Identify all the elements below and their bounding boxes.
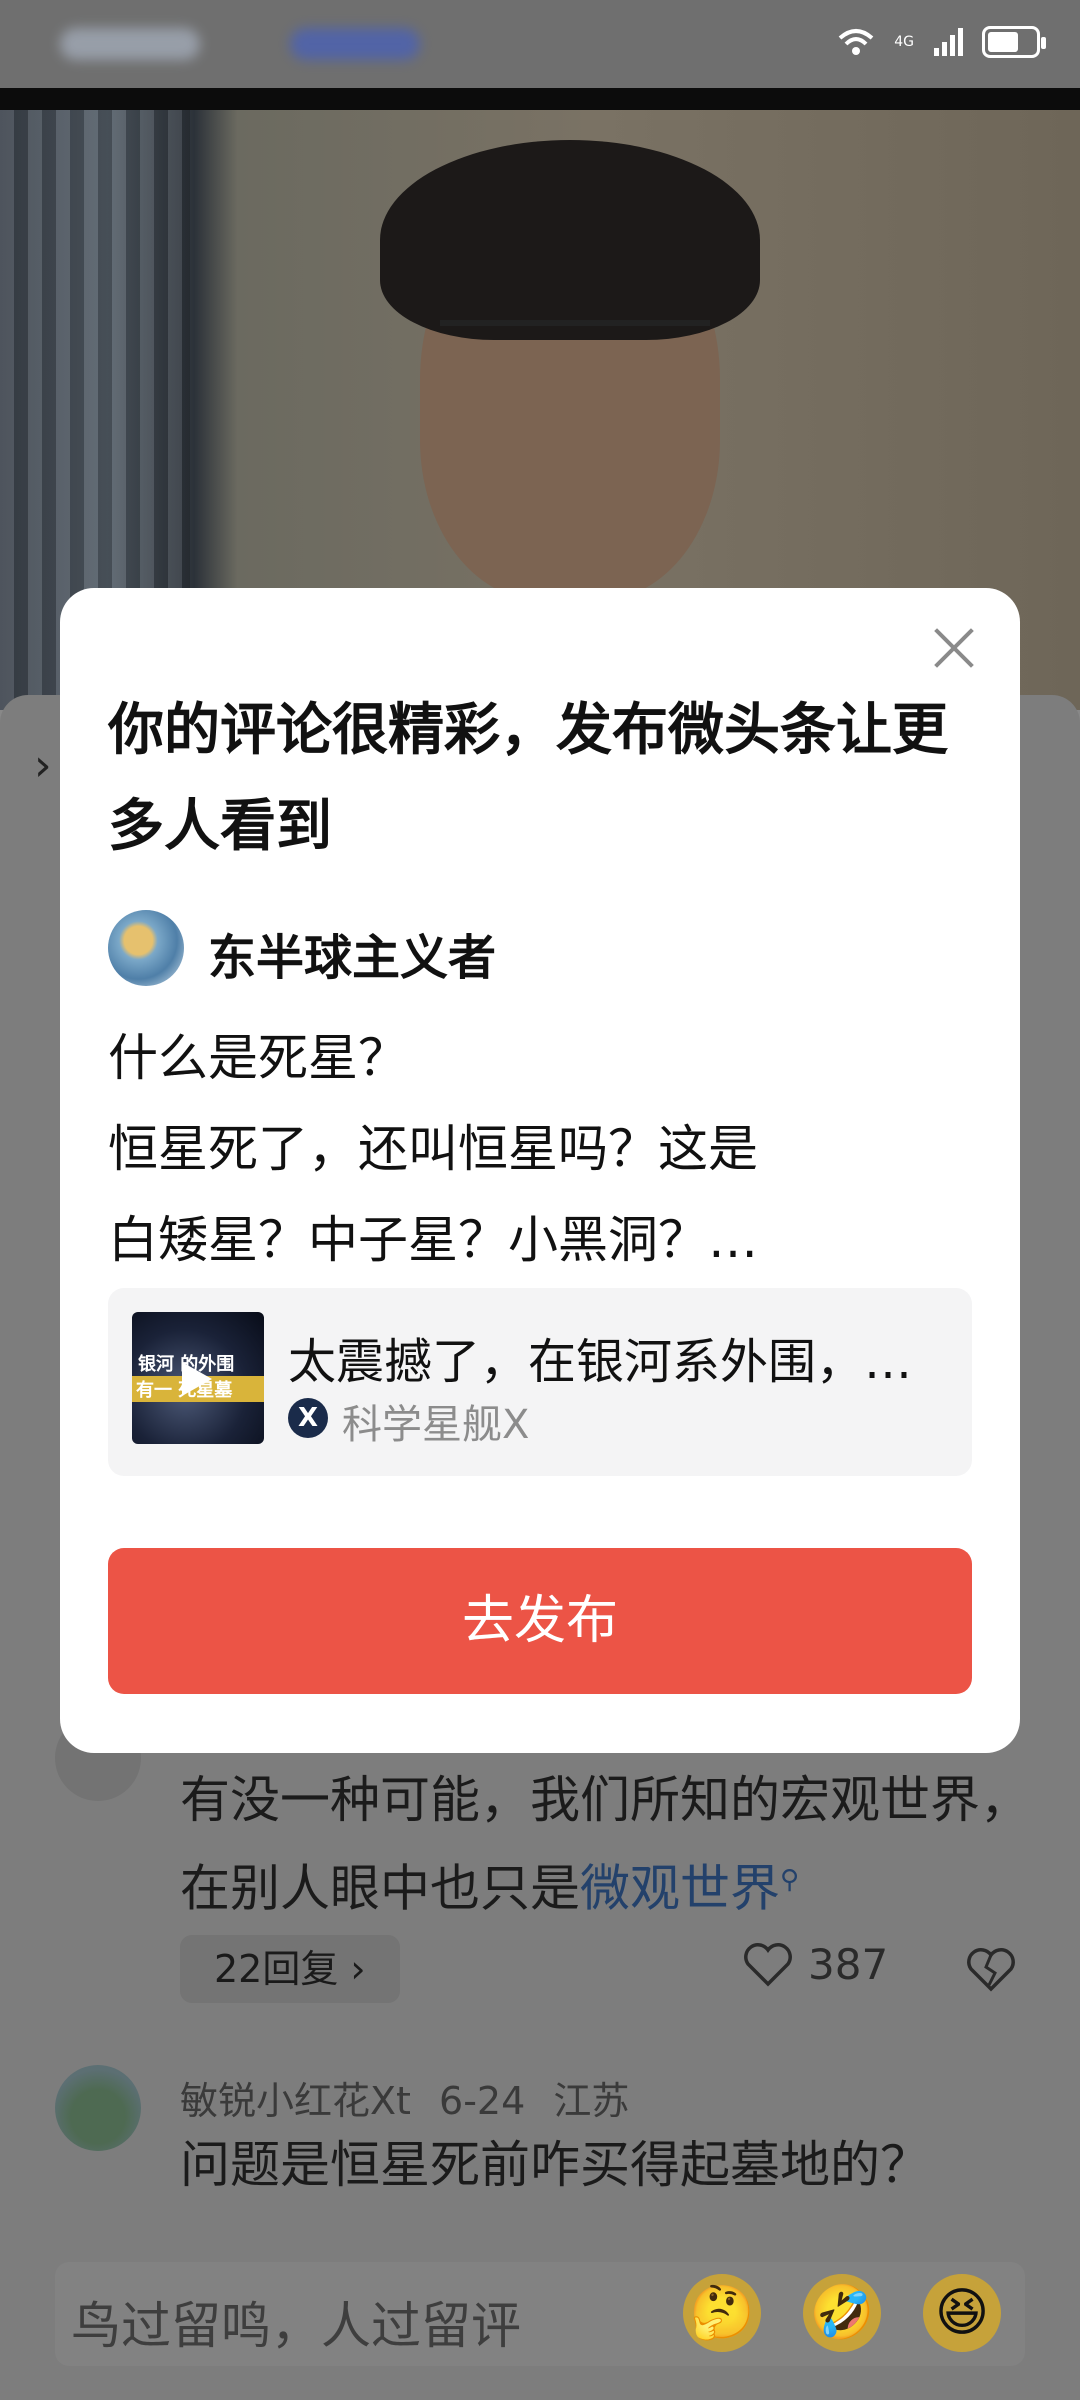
wifi-icon bbox=[838, 29, 874, 55]
like-button[interactable]: 387 bbox=[742, 1940, 888, 1989]
article-title: 太震撼了，在银河系外围，… bbox=[288, 1334, 913, 1390]
comment-link[interactable]: 微观世界 bbox=[580, 1860, 780, 1918]
status-blur bbox=[60, 28, 200, 60]
dialog-title: 你的评论很精彩，发布微头条让更多人看到 bbox=[108, 698, 948, 859]
comment-text: 问题是恒星死前咋买得起墓地的？ bbox=[180, 2136, 930, 2194]
comment-preview: 什么是死星？ 恒星死了，还叫恒星吗？这是 白矮星？中子星？小黑洞？… bbox=[108, 1013, 978, 1286]
video-person-glasses bbox=[440, 320, 710, 376]
article-thumbnail: 银河 的外围 有一 死星墓 bbox=[132, 1312, 264, 1444]
comment-preview-line: 白矮星？中子星？小黑洞？… bbox=[108, 1211, 758, 1269]
article-card[interactable]: 银河 的外围 有一 死星墓 太震撼了，在银河系外围，… X 科学星舰X bbox=[108, 1288, 972, 1476]
network-type: 4G bbox=[894, 34, 914, 50]
author-name: 东半球主义者 bbox=[208, 930, 497, 986]
comment-input-placeholder: 鸟过留鸣，人过留评 bbox=[71, 2297, 521, 2355]
comment-location: 江苏 bbox=[553, 2079, 630, 2123]
heart-icon bbox=[744, 1942, 792, 1986]
comment-date: 6-24 bbox=[439, 2079, 526, 2123]
emoji-thinking-icon[interactable]: 🤔 bbox=[683, 2274, 761, 2352]
status-blur bbox=[290, 28, 420, 60]
status-bar: 4G bbox=[0, 0, 1080, 88]
publish-button[interactable]: 去发布 bbox=[108, 1548, 972, 1694]
battery-icon bbox=[982, 26, 1046, 58]
comment-meta: 敏锐小红花Xt 6-24 江苏 bbox=[180, 2070, 629, 2125]
close-icon[interactable] bbox=[924, 618, 984, 678]
emoji-rofl-icon[interactable]: 🤣 bbox=[803, 2274, 881, 2352]
article-source: 科学星舰X bbox=[342, 1402, 530, 1448]
broken-heart-icon[interactable] bbox=[965, 1947, 1017, 1993]
avatar bbox=[108, 910, 184, 986]
comment-text: 有没一种可能，我们所知的宏观世界，在别人眼中也只是微观世界⚲ bbox=[180, 1760, 1050, 1929]
comment-input[interactable]: 鸟过留鸣，人过留评 🤔 🤣 😆 bbox=[55, 2262, 1025, 2366]
video-person-hair bbox=[380, 140, 760, 340]
publish-dialog: 你的评论很精彩，发布微头条让更多人看到 东半球主义者 什么是死星？ 恒星死了，还… bbox=[60, 588, 1020, 1753]
play-icon bbox=[182, 1362, 212, 1396]
comment-author[interactable]: 敏锐小红花Xt bbox=[180, 2079, 411, 2123]
x-logo-icon: X bbox=[288, 1398, 328, 1438]
status-icons: 4G bbox=[836, 26, 1046, 58]
avatar[interactable] bbox=[55, 2065, 141, 2151]
chevron-left-icon[interactable]: › bbox=[34, 740, 52, 791]
like-count: 387 bbox=[808, 1940, 889, 1989]
search-icon[interactable]: ⚲ bbox=[780, 1865, 799, 1895]
reply-count-button[interactable]: 22回复 › bbox=[180, 1935, 400, 2003]
comment-preview-line: 恒星死了，还叫恒星吗？这是 bbox=[108, 1120, 758, 1178]
signal-icon bbox=[934, 28, 963, 56]
emoji-laughing-icon[interactable]: 😆 bbox=[923, 2274, 1001, 2352]
comment-preview-line: 什么是死星？ bbox=[108, 1029, 408, 1087]
video-top-bar bbox=[0, 88, 1080, 110]
